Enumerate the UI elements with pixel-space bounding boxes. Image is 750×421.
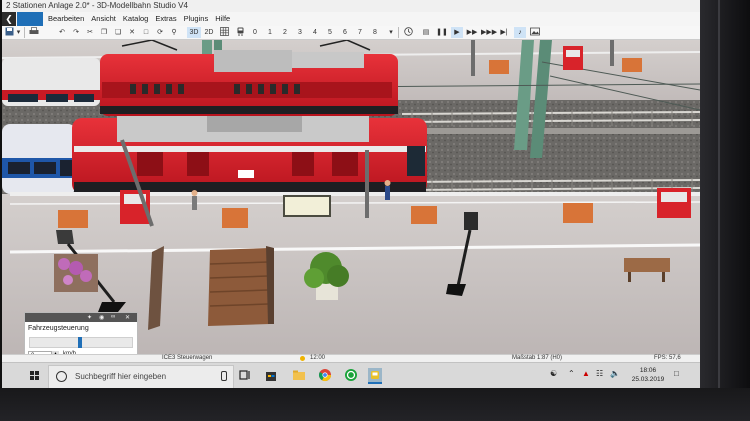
camera-0-button[interactable]: 0 — [250, 27, 260, 38]
clock-icon[interactable] — [402, 27, 414, 38]
modellbahn-studio-taskbar-icon[interactable] — [368, 368, 382, 384]
app-green-icon[interactable] — [344, 368, 358, 382]
zoom-icon[interactable]: ⚲ — [168, 27, 180, 38]
microphone-icon[interactable] — [221, 371, 227, 381]
select-icon[interactable]: □ — [140, 27, 152, 38]
search-placeholder: Suchbegriff hier eingeben — [75, 372, 167, 381]
monitor-bezel-bottom — [0, 388, 750, 421]
passenger-coach-top — [2, 58, 100, 106]
monitor-bezel-right — [700, 0, 750, 421]
paste-icon[interactable]: ❏ — [112, 27, 124, 38]
taskbar-search-box[interactable]: Suchbegriff hier eingeben — [48, 365, 234, 388]
window-title: 2 Stationen Anlage 2.0* - 3D-Modellbahn … — [6, 1, 188, 10]
grid-icon[interactable] — [218, 27, 230, 38]
screenshot-icon[interactable] — [529, 27, 541, 38]
redo-icon[interactable]: ↷ — [70, 27, 82, 38]
camera-2-button[interactable]: 2 — [280, 27, 290, 38]
pin-icon[interactable]: ✦ — [87, 314, 92, 321]
chevron-up-icon[interactable]: ⌃ — [568, 369, 575, 378]
skip-icon[interactable]: ▶| — [498, 27, 510, 38]
link-icon[interactable]: ∞ — [111, 314, 115, 320]
view-2d-button[interactable]: 2D — [202, 27, 216, 38]
scale-label: Maßstab 1:87 (H0) — [512, 355, 563, 361]
rotate-icon[interactable]: ⟳ — [154, 27, 166, 38]
menu-katalog[interactable]: Katalog — [123, 14, 148, 23]
print-icon[interactable] — [28, 27, 40, 38]
faster-icon[interactable]: ▶▶▶ — [481, 27, 497, 38]
people-icon[interactable]: ☯ — [550, 369, 557, 378]
copy-icon[interactable]: ❐ — [98, 27, 110, 38]
chrome-icon[interactable] — [318, 368, 332, 382]
windows-taskbar: Suchbegriff hier eingeben ☯ ⌃ ▲ ☷ 🔈 18:0… — [2, 362, 700, 388]
undo-icon[interactable]: ↶ — [56, 27, 68, 38]
play-icon[interactable]: ▶ — [451, 27, 463, 38]
windows-start-button[interactable] — [30, 371, 40, 381]
fps-label: FPS: 57,6 — [654, 355, 681, 361]
scene-render — [2, 40, 700, 354]
camera-1-button[interactable]: 1 — [265, 27, 275, 38]
close-icon[interactable]: ✕ — [125, 314, 130, 321]
toolbar: ▾ ↶ ↷ ✂ ❐ ❏ ✕ □ ⟳ ⚲ 3D 2D 0 1 2 3 4 5 6 … — [2, 26, 700, 40]
task-view-icon[interactable] — [238, 368, 252, 382]
sun-icon — [300, 356, 305, 361]
menu-bearbeiten[interactable]: Bearbeiten — [48, 14, 84, 23]
cortana-icon — [56, 371, 67, 382]
toolbar-divider — [24, 27, 25, 38]
camera-8-button[interactable]: 8 — [370, 27, 380, 38]
delete-icon[interactable]: ✕ — [126, 27, 138, 38]
camera-6-button[interactable]: 6 — [340, 27, 350, 38]
menu-plugins[interactable]: Plugins — [184, 14, 209, 23]
save-icon[interactable] — [4, 27, 14, 38]
passenger-coach-bottom — [2, 124, 76, 194]
camera-4-button[interactable]: 4 — [310, 27, 320, 38]
selected-vehicle: ICE3 Steuerwagen — [162, 355, 213, 361]
camera-3-button[interactable]: 3 — [295, 27, 305, 38]
chevron-down-icon[interactable]: ▾ — [16, 27, 21, 38]
volume-icon[interactable]: 🔈 — [610, 369, 620, 378]
taskbar-clock[interactable]: 18:06 25.03.2019 — [628, 366, 668, 384]
fast-forward-icon[interactable]: ▶▶ — [466, 27, 478, 38]
sim-time: 12:00 — [310, 355, 326, 361]
toolbar-divider — [398, 27, 399, 38]
train-icon[interactable] — [234, 27, 246, 38]
camera-7-button[interactable]: 7 — [355, 27, 365, 38]
menu-hilfe[interactable]: Hilfe — [215, 14, 230, 23]
network-icon[interactable]: ☷ — [596, 369, 603, 378]
speed-slider-handle[interactable] — [78, 337, 82, 348]
notifications-icon[interactable]: □ — [674, 369, 679, 378]
3d-viewport[interactable] — [2, 40, 700, 354]
sound-icon[interactable]: ♪ — [514, 27, 526, 38]
pause-icon[interactable]: ❚❚ — [436, 27, 448, 38]
view-3d-button[interactable]: 3D — [187, 27, 201, 38]
camera-5-button[interactable]: 5 — [325, 27, 335, 38]
timetable-icon[interactable]: ▤ — [420, 27, 432, 38]
panel-title: Fahrzeugsteuerung — [28, 325, 89, 332]
menu-extras[interactable]: Extras — [155, 14, 176, 23]
file-menu-tab[interactable] — [17, 12, 43, 26]
file-explorer-icon[interactable] — [292, 368, 306, 382]
clock-time: 18:06 — [639, 367, 657, 374]
title-bar: 2 Stationen Anlage 2.0* - 3D-Modellbahn … — [2, 0, 700, 12]
back-button[interactable]: ❮ — [2, 12, 16, 26]
eye-icon[interactable]: ◉ — [99, 314, 104, 321]
menu-bar: ❮ Bearbeiten Ansicht Katalog Extras Plug… — [2, 12, 700, 26]
menu-ansicht[interactable]: Ansicht — [91, 14, 116, 23]
panel-header: ✦ ◉ ∞ ✕ — [25, 313, 137, 322]
chevron-down-icon[interactable]: ▾ — [386, 27, 396, 38]
store-icon[interactable] — [264, 368, 278, 382]
cut-icon[interactable]: ✂ — [84, 27, 96, 38]
screen: 2 Stationen Anlage 2.0* - 3D-Modellbahn … — [2, 0, 700, 388]
antivirus-icon[interactable]: ▲ — [582, 369, 590, 378]
clock-date: 25.03.2019 — [631, 376, 665, 383]
